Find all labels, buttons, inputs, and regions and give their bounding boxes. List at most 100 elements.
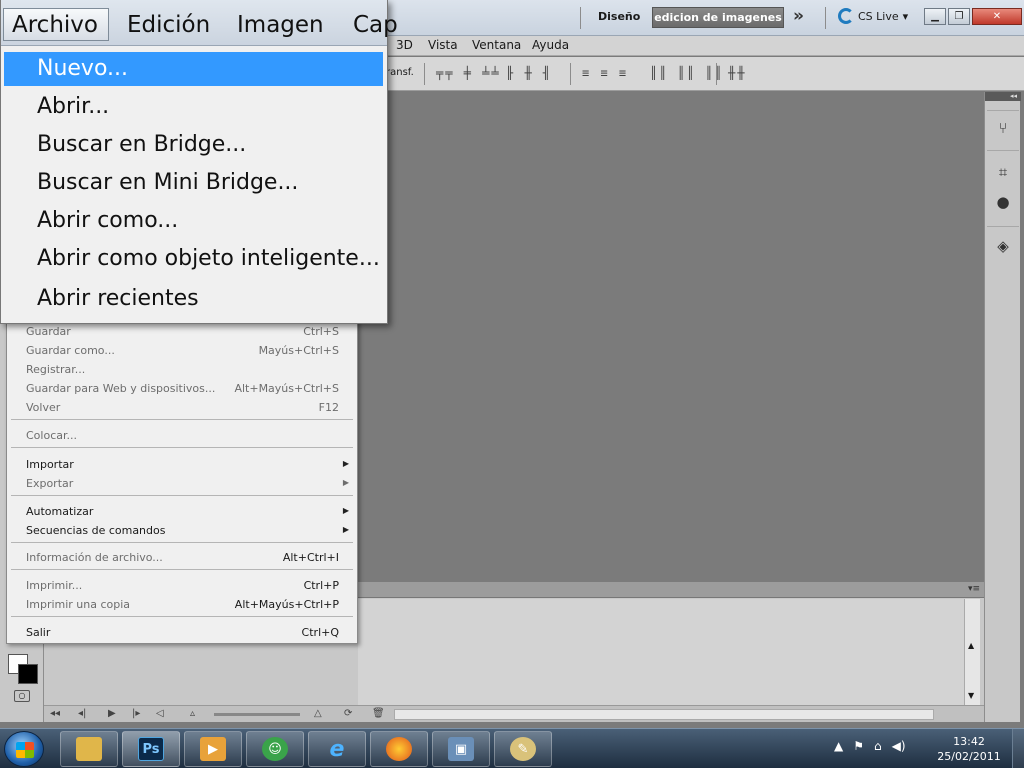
flag-icon[interactable]: ⚑ xyxy=(853,739,864,753)
network-tray-icon[interactable]: ⌂ xyxy=(874,739,882,753)
timeline-zoom-slider[interactable] xyxy=(214,713,300,716)
menu-edicion[interactable]: Edición xyxy=(127,12,210,38)
submenu-arrow-icon: ▶ xyxy=(342,478,349,487)
cs-live-button[interactable]: CS Live ▾ xyxy=(838,8,908,24)
auto-align-icon[interactable]: ╫╫ xyxy=(728,66,746,80)
menu-archivo[interactable]: Archivo xyxy=(3,8,109,41)
menu-item-guardar-como[interactable]: Guardar como... xyxy=(26,344,115,357)
distribute-left-icons[interactable]: ║║ ║║ ║║ xyxy=(650,66,724,80)
animation-frames-area: ▲ ▼ xyxy=(358,599,980,705)
divider xyxy=(570,63,571,85)
trash-icon[interactable]: 🗑 xyxy=(372,708,385,719)
menu-item-abrir-recientes[interactable]: Abrir recientes xyxy=(37,286,199,311)
file-menu-dropdown: Guardar Ctrl+S Guardar como... Mayús+Ctr… xyxy=(6,318,358,644)
clock[interactable]: 13:42 25/02/2011 xyxy=(934,734,1004,764)
menu-ventana[interactable]: Ventana xyxy=(472,38,521,52)
first-frame-icon[interactable]: ◂◂ xyxy=(50,708,60,719)
transform-icon[interactable]: ⌗ xyxy=(993,162,1013,182)
taskbar-media-player[interactable]: ▶ xyxy=(184,731,242,767)
menu-item-salir[interactable]: Salir xyxy=(26,626,50,639)
divider xyxy=(424,63,425,85)
double-chevron-right-icon[interactable]: » xyxy=(793,6,804,26)
menu-bar: 3D Vista Ventana Ayuda xyxy=(386,36,1024,56)
divider xyxy=(716,63,717,85)
divider xyxy=(987,150,1019,151)
messenger-icon: ☺ xyxy=(262,737,288,761)
menu-item-automatizar[interactable]: Automatizar xyxy=(26,505,93,518)
scroll-down-icon[interactable]: ▼ xyxy=(968,691,974,700)
taskbar-paint[interactable]: ✎ xyxy=(494,731,552,767)
restore-button[interactable]: ❐ xyxy=(948,8,970,25)
taskbar-explorer[interactable] xyxy=(60,731,118,767)
taskbar-internet-explorer[interactable]: e xyxy=(308,731,366,767)
background-color-swatch[interactable] xyxy=(18,664,38,684)
close-button[interactable]: ✕ xyxy=(972,8,1022,25)
mini-bridge-icon[interactable]: ⑂ xyxy=(993,118,1013,138)
menu-vista[interactable]: Vista xyxy=(428,38,458,52)
menu-item-abrir-como[interactable]: Abrir como... xyxy=(37,208,178,233)
convert-icon[interactable]: ⟳ xyxy=(344,708,352,719)
menu-item-guardar-web[interactable]: Guardar para Web y dispositivos... xyxy=(26,382,215,395)
minimize-button[interactable]: ▁ xyxy=(924,8,946,25)
menu-item-colocar[interactable]: Colocar... xyxy=(26,429,77,442)
animation-controls: ◂◂ ◂| ▶ |▸ ◁ ▵ △ ⟳ 🗑 xyxy=(44,705,984,722)
volume-icon[interactable]: ◀) xyxy=(892,739,906,753)
workspace-design-label[interactable]: Diseño xyxy=(598,10,640,23)
menu-separator xyxy=(11,569,353,570)
quick-mask-icon[interactable]: ○ xyxy=(14,690,30,702)
menu-ayuda[interactable]: Ayuda xyxy=(532,38,569,52)
cs-live-label: CS Live xyxy=(858,9,899,23)
zoom-in-icon[interactable]: △ xyxy=(314,708,322,719)
menu-item-guardar[interactable]: Guardar xyxy=(26,325,71,338)
zoom-out-icon[interactable]: ▵ xyxy=(190,708,195,719)
shortcut: Ctrl+Q xyxy=(301,626,339,639)
windows-logo-icon xyxy=(16,742,34,758)
taskbar-messenger[interactable]: ☺ xyxy=(246,731,304,767)
horizontal-scrollbar[interactable] xyxy=(394,709,934,720)
menu-item-exportar[interactable]: Exportar xyxy=(26,477,73,490)
menu-item-imprimir-copia[interactable]: Imprimir una copia xyxy=(26,598,130,611)
menu-item-registrar[interactable]: Registrar... xyxy=(26,363,85,376)
workspace-switcher-button[interactable]: edicion de imagenes xyxy=(652,7,784,28)
taskbar-firefox[interactable] xyxy=(370,731,428,767)
taskbar-photoshop[interactable]: Ps xyxy=(122,731,180,767)
menu-item-informacion[interactable]: Información de archivo... xyxy=(26,551,163,564)
menu-item-buscar-mini-bridge[interactable]: Buscar en Mini Bridge... xyxy=(37,170,298,195)
menu-separator xyxy=(11,447,353,448)
next-frame-icon[interactable]: |▸ xyxy=(132,708,140,719)
menu-item-abrir[interactable]: Abrir... xyxy=(37,94,109,119)
menu-imagen[interactable]: Imagen xyxy=(237,12,324,38)
align-left-icons[interactable]: ╟ ╫ ╢ xyxy=(506,66,552,80)
panel-menu-icon[interactable]: ▾≡ xyxy=(968,584,980,594)
distribute-top-icons[interactable]: ≡ ≡ ≡ xyxy=(582,66,628,80)
channels-icon[interactable]: ● xyxy=(993,192,1013,212)
menu-item-imprimir[interactable]: Imprimir... xyxy=(26,579,82,592)
start-button[interactable] xyxy=(4,731,44,767)
firefox-icon xyxy=(386,737,412,761)
transform-controls-label[interactable]: ransf. xyxy=(386,67,414,78)
menu-item-importar[interactable]: Importar xyxy=(26,458,74,471)
play-icon[interactable]: ▶ xyxy=(108,708,116,719)
menu-item-buscar-bridge[interactable]: Buscar en Bridge... xyxy=(37,132,246,157)
show-hidden-icons[interactable]: ▲ xyxy=(834,739,843,753)
shortcut: Alt+Mayús+Ctrl+S xyxy=(234,382,339,395)
photoshop-icon: Ps xyxy=(138,737,164,761)
vertical-scrollbar[interactable]: ▲ ▼ xyxy=(964,599,980,705)
menu-item-volver[interactable]: Volver xyxy=(26,401,60,414)
menu-separator xyxy=(11,495,353,496)
show-desktop-button[interactable] xyxy=(1012,729,1024,768)
taskbar: Ps ▶ ☺ e ▣ ✎ ▲ ⚑ ⌂ ◀) 13:42 25/02/2011 xyxy=(0,728,1024,768)
menu-item-nuevo[interactable]: Nuevo... xyxy=(37,56,128,81)
collapse-panels-icon[interactable]: ◂◂ xyxy=(985,92,1021,101)
menu-item-abrir-objeto-inteligente[interactable]: Abrir como objeto inteligente... xyxy=(37,246,380,271)
menu-item-secuencias[interactable]: Secuencias de comandos xyxy=(26,524,165,537)
taskbar-network[interactable]: ▣ xyxy=(432,731,490,767)
menu-capa[interactable]: Cap xyxy=(353,12,398,38)
audio-icon[interactable]: ◁ xyxy=(156,708,164,719)
layers-icon[interactable]: ◈ xyxy=(993,236,1013,256)
menu-3d[interactable]: 3D xyxy=(396,38,413,52)
zoomed-file-menu: Archivo Edición Imagen Cap Nuevo... Abri… xyxy=(0,0,398,324)
scroll-up-icon[interactable]: ▲ xyxy=(968,641,974,650)
align-top-icons[interactable]: ╤╤ ╪ ╧╧ xyxy=(436,66,501,80)
prev-frame-icon[interactable]: ◂| xyxy=(78,708,86,719)
